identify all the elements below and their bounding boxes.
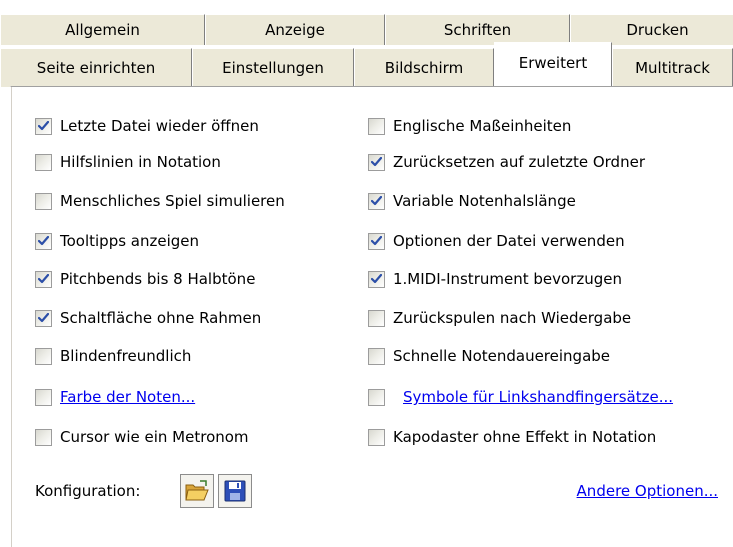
option-label: Schnelle Notendauereingabe — [393, 347, 611, 365]
option-schaltflaeche[interactable]: Schaltfläche ohne Rahmen — [35, 307, 261, 329]
option-farbe-der-noten[interactable]: Farbe der Noten... — [35, 386, 195, 408]
checkbox-icon[interactable] — [35, 428, 52, 446]
option-englische-masseinheiten[interactable]: Englische Maßeinheiten — [368, 115, 571, 137]
tab-allgemein[interactable]: Allgemein — [0, 14, 205, 45]
option-label: Menschliches Spiel simulieren — [60, 192, 285, 210]
tab-multitrack[interactable]: Multitrack — [612, 48, 733, 87]
option-label: Blindenfreundlich — [60, 347, 192, 365]
option-label: Optionen der Datei verwenden — [393, 232, 625, 250]
symbole-linkshand-link[interactable]: Symbole für Linkshandfingersätze... — [403, 388, 673, 406]
tab-drucken[interactable]: Drucken — [570, 14, 733, 45]
checkbox-icon[interactable] — [368, 388, 385, 406]
other-options-link[interactable]: Andere Optionen... — [577, 482, 718, 500]
option-label: Hilfslinien in Notation — [60, 153, 221, 171]
option-label: Variable Notenhalslänge — [393, 192, 576, 210]
option-label: Letzte Datei wieder öffnen — [60, 117, 259, 135]
option-pitchbends[interactable]: Pitchbends bis 8 Halbtöne — [35, 268, 255, 290]
checkbox-icon[interactable] — [368, 270, 385, 288]
configuration-label: Konfiguration: — [35, 482, 141, 500]
checkbox-icon[interactable] — [35, 192, 52, 210]
tab-einstellungen[interactable]: Einstellungen — [192, 48, 354, 87]
option-notendauereingabe[interactable]: Schnelle Notendauereingabe — [368, 345, 610, 367]
open-config-button[interactable] — [180, 474, 214, 508]
checkbox-icon[interactable] — [368, 309, 385, 327]
option-datei-optionen[interactable]: Optionen der Datei verwenden — [368, 230, 625, 252]
checkbox-icon[interactable] — [35, 270, 52, 288]
checkbox-icon[interactable] — [35, 347, 52, 365]
checkbox-icon[interactable] — [368, 117, 385, 135]
checkbox-icon[interactable] — [35, 153, 52, 171]
checkbox-icon[interactable] — [368, 153, 385, 171]
option-midi-instrument[interactable]: 1.MIDI-Instrument bevorzugen — [368, 268, 622, 290]
option-label: Zurücksetzen auf zuletzte Ordner — [393, 153, 645, 171]
option-notenhalslaenge[interactable]: Variable Notenhalslänge — [368, 190, 576, 212]
option-label: Tooltipps anzeigen — [60, 232, 200, 250]
checkbox-icon[interactable] — [35, 117, 52, 135]
tab-row-1: Allgemein Anzeige Schriften Drucken — [0, 14, 733, 45]
option-symbole-linkshand[interactable]: Symbole für Linkshandfingersätze... — [368, 386, 673, 408]
tab-anzeige[interactable]: Anzeige — [205, 14, 385, 45]
checkbox-icon[interactable] — [368, 428, 385, 446]
option-label: Englische Maßeinheiten — [393, 117, 572, 135]
option-menschliches-spiel[interactable]: Menschliches Spiel simulieren — [35, 190, 285, 212]
folder-open-icon — [185, 480, 209, 501]
option-letzte-datei[interactable]: Letzte Datei wieder öffnen — [35, 115, 259, 137]
option-label: 1.MIDI-Instrument bevorzugen — [393, 270, 622, 288]
tab-erweitert[interactable]: Erweitert — [494, 42, 612, 86]
tab-row-2: Seite einrichten Einstellungen Bildschir… — [0, 42, 733, 87]
option-kapodaster[interactable]: Kapodaster ohne Effekt in Notation — [368, 426, 656, 448]
option-label: Pitchbends bis 8 Halbtöne — [60, 270, 256, 288]
tab-seite-einrichten[interactable]: Seite einrichten — [0, 48, 192, 87]
checkbox-icon[interactable] — [35, 309, 52, 327]
option-zurueckspulen[interactable]: Zurückspulen nach Wiedergabe — [368, 307, 631, 329]
checkbox-icon[interactable] — [35, 232, 52, 250]
tab-schriften[interactable]: Schriften — [385, 14, 570, 45]
option-label: Schaltfläche ohne Rahmen — [60, 309, 262, 327]
checkbox-icon[interactable] — [368, 192, 385, 210]
checkbox-icon[interactable] — [368, 347, 385, 365]
checkbox-icon[interactable] — [35, 388, 52, 406]
tab-bildschirm[interactable]: Bildschirm — [354, 48, 494, 87]
farbe-der-noten-link[interactable]: Farbe der Noten... — [60, 388, 195, 406]
option-cursor-metronom[interactable]: Cursor wie ein Metronom — [35, 426, 249, 448]
checkbox-icon[interactable] — [368, 232, 385, 250]
option-label: Cursor wie ein Metronom — [60, 428, 249, 446]
save-config-button[interactable] — [218, 474, 252, 508]
option-label: Zurückspulen nach Wiedergabe — [393, 309, 632, 327]
option-hilfslinien[interactable]: Hilfslinien in Notation — [35, 151, 221, 173]
option-blindenfreundlich[interactable]: Blindenfreundlich — [35, 345, 191, 367]
option-zuruecksetzen-ordner[interactable]: Zurücksetzen auf zuletzte Ordner — [368, 151, 645, 173]
option-tooltipps[interactable]: Tooltipps anzeigen — [35, 230, 199, 252]
option-label: Kapodaster ohne Effekt in Notation — [393, 428, 657, 446]
floppy-save-icon — [224, 480, 246, 502]
